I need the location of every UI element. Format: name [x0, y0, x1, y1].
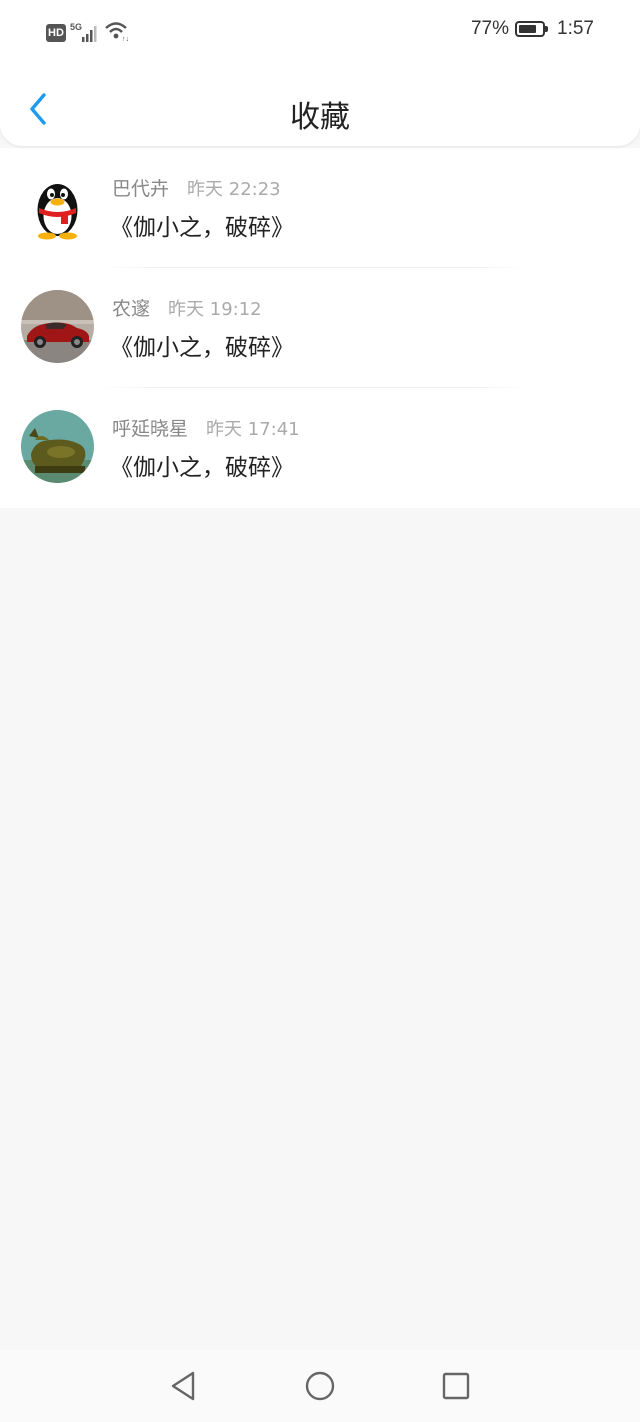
favorite-content: 《伽小之，破碎》: [110, 335, 294, 361]
clock: 1:57: [557, 18, 594, 39]
circle-home-icon: [305, 1371, 335, 1401]
sender-name: 农邃: [112, 298, 151, 320]
favorite-content: 《伽小之，破碎》: [110, 215, 294, 241]
nav-home-button[interactable]: [302, 1368, 338, 1404]
battery-fill: [519, 25, 537, 33]
favorite-item[interactable]: 巴代卉 昨天 22:23 《伽小之，破碎》: [0, 148, 640, 268]
qq-penguin-avatar: [21, 170, 94, 243]
nav-recents-button[interactable]: [438, 1368, 474, 1404]
favorite-item[interactable]: 农邃 昨天 19:12 《伽小之，破碎》: [0, 268, 640, 388]
avatar[interactable]: [21, 410, 94, 483]
timestamp: 昨天 17:41: [206, 419, 300, 440]
sender-name: 巴代卉: [112, 178, 170, 200]
status-left: HD 5G ↑↓: [46, 20, 130, 46]
favorites-list: 巴代卉 昨天 22:23 《伽小之，破碎》 农邃 昨天 19:12 《伽小之，破…: [0, 148, 640, 508]
app-header: HD 5G ↑↓ 77% 1:57 收藏: [0, 0, 640, 146]
item-meta: 巴代卉 昨天 22:23: [112, 174, 281, 201]
status-right: 77% 1:57: [471, 18, 594, 40]
bronze-ox-avatar: [21, 410, 94, 483]
system-nav-bar: [0, 1350, 640, 1422]
sender-name: 呼延晓星: [112, 418, 189, 440]
item-meta: 呼延晓星 昨天 17:41: [112, 414, 300, 441]
square-recents-icon: [442, 1372, 470, 1400]
svg-text:↑↓: ↑↓: [122, 36, 129, 42]
cellular-signal-icon: 5G: [70, 22, 100, 44]
battery-percent: 77%: [470, 18, 510, 39]
item-meta: 农邃 昨天 19:12: [112, 294, 262, 321]
status-bar: HD 5G ↑↓ 77% 1:57: [0, 0, 640, 64]
red-car-avatar: [21, 290, 94, 363]
nav-back-button[interactable]: [166, 1368, 202, 1404]
timestamp: 昨天 22:23: [187, 179, 281, 200]
triangle-back-icon: [171, 1371, 195, 1401]
hd-badge: HD: [46, 24, 66, 42]
battery-icon: [515, 21, 549, 37]
favorite-content: 《伽小之，破碎》: [110, 455, 294, 481]
page-title: 收藏: [290, 100, 350, 135]
timestamp: 昨天 19:12: [168, 299, 262, 320]
favorite-item[interactable]: 呼延晓星 昨天 17:41 《伽小之，破碎》: [0, 388, 640, 508]
avatar[interactable]: [21, 170, 94, 243]
avatar[interactable]: [21, 290, 94, 363]
wifi-icon: ↑↓: [104, 20, 130, 46]
